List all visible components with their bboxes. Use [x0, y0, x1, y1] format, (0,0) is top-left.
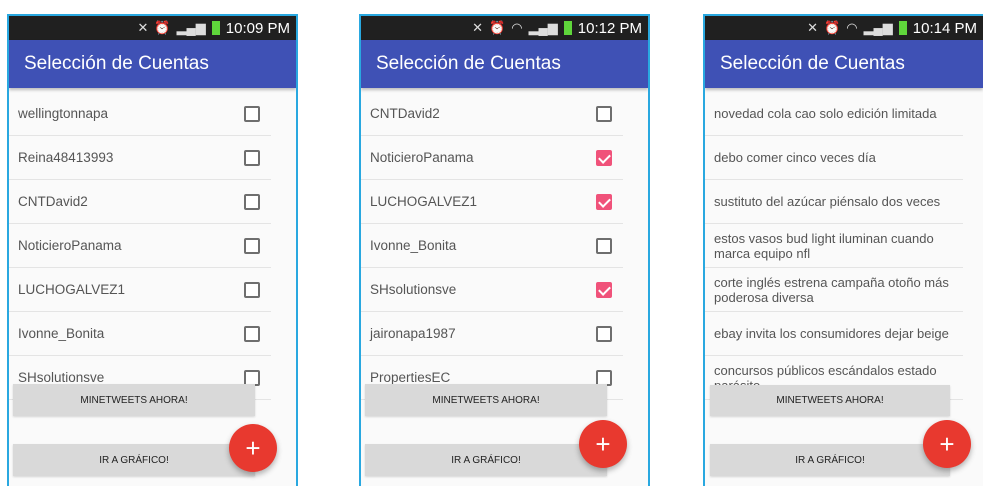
mute-icon: ✕	[472, 20, 484, 35]
phone-screen-3: ✕ ⏰ ◠ ▂▄▆ 10:14 PM Selección de Cuentas …	[703, 14, 983, 486]
ir-a-grafico-button[interactable]: IR A GRÁFICO!	[710, 444, 950, 476]
list-item[interactable]: sustituto del azúcar piénsalo dos veces	[705, 180, 963, 224]
account-name: NoticieroPanama	[18, 238, 122, 253]
minetweets-button[interactable]: MINETWEETS AHORA!	[710, 385, 950, 416]
list-item[interactable]: ebay invita los consumidores dejar beige	[705, 312, 963, 356]
account-name: CNTDavid2	[370, 106, 440, 121]
account-checkbox[interactable]	[596, 326, 612, 342]
wifi-icon: ◠	[846, 20, 858, 35]
app-title: Selección de Cuentas	[9, 40, 296, 88]
add-fab-button[interactable]: +	[229, 424, 277, 472]
ir-a-grafico-button[interactable]: IR A GRÁFICO!	[365, 444, 607, 476]
list-item[interactable]: LUCHOGALVEZ1	[9, 268, 271, 312]
account-checkbox[interactable]	[244, 282, 260, 298]
topic-text: sustituto del azúcar piénsalo dos veces	[714, 194, 941, 209]
battery-icon	[563, 21, 572, 35]
wifi-icon: ◠	[511, 20, 523, 35]
signal-icon: ▂▄▆	[863, 20, 893, 35]
list-item[interactable]: Ivonne_Bonita	[361, 224, 623, 268]
list-item[interactable]: corte inglés estrena campaña otoño más p…	[705, 268, 963, 312]
list-item[interactable]: LUCHOGALVEZ1	[361, 180, 623, 224]
status-bar: ✕ ⏰ ◠ ▂▄▆ 10:14 PM	[705, 16, 983, 40]
status-time: 10:14 PM	[912, 19, 977, 37]
phone-screen-2: ✕ ⏰ ◠ ▂▄▆ 10:12 PM Selección de Cuentas …	[359, 14, 650, 486]
list-item[interactable]: NoticieroPanama	[9, 224, 271, 268]
account-name: SHsolutionsve	[370, 282, 457, 297]
topic-text: corte inglés estrena campaña otoño más p…	[714, 274, 949, 305]
list-item[interactable]: jaironapa1987	[361, 312, 623, 356]
status-bar: ✕ ⏰ ▂▄▆ 10:09 PM	[9, 16, 296, 40]
topic-text: ebay invita los consumidores dejar beige	[714, 326, 949, 341]
battery-icon	[898, 21, 907, 35]
app-title: Selección de Cuentas	[705, 40, 983, 88]
signal-icon: ▂▄▆	[176, 20, 206, 35]
account-name: SHsolutionsve	[18, 370, 105, 385]
signal-icon: ▂▄▆	[528, 20, 558, 35]
account-name: wellingtonnapa	[18, 106, 109, 121]
list-item[interactable]: debo comer cinco veces día	[705, 136, 963, 180]
list-item[interactable]: Ivonne_Bonita	[9, 312, 271, 356]
list-item[interactable]: NoticieroPanama	[361, 136, 623, 180]
mute-icon: ✕	[807, 20, 819, 35]
account-checkbox[interactable]	[244, 106, 260, 122]
mute-icon: ✕	[137, 20, 149, 35]
app-title: Selección de Cuentas	[361, 40, 648, 88]
list-item[interactable]: Reina48413993	[9, 136, 271, 180]
topic-text: estos vasos bud light iluminan cuando ma…	[714, 230, 934, 261]
account-name: CNTDavid2	[18, 194, 88, 209]
account-name: PropertiesEC	[370, 370, 451, 385]
account-checkbox-checked[interactable]	[596, 150, 612, 166]
battery-icon	[211, 21, 220, 35]
account-checkbox[interactable]	[244, 150, 260, 166]
topic-text: debo comer cinco veces día	[714, 150, 876, 165]
account-name: jaironapa1987	[370, 326, 456, 341]
list-item[interactable]: novedad cola cao solo edición limitada	[705, 92, 963, 136]
minetweets-button[interactable]: MINETWEETS AHORA!	[13, 384, 255, 416]
account-name: Reina48413993	[18, 150, 114, 165]
account-checkbox-checked[interactable]	[596, 194, 612, 210]
list-item[interactable]: estos vasos bud light iluminan cuando ma…	[705, 224, 963, 268]
alarm-icon: ⏰	[489, 20, 506, 35]
add-fab-button[interactable]: +	[579, 420, 627, 468]
add-fab-button[interactable]: +	[923, 420, 971, 468]
status-time: 10:12 PM	[577, 19, 642, 37]
account-checkbox[interactable]	[244, 238, 260, 254]
account-name: LUCHOGALVEZ1	[370, 194, 478, 209]
account-name: Ivonne_Bonita	[18, 326, 105, 341]
alarm-icon: ⏰	[824, 20, 841, 35]
account-checkbox[interactable]	[244, 326, 260, 342]
phone-screen-1: ✕ ⏰ ▂▄▆ 10:09 PM Selección de Cuentas we…	[7, 14, 298, 486]
account-name: LUCHOGALVEZ1	[18, 282, 126, 297]
account-name: Ivonne_Bonita	[370, 238, 457, 253]
minetweets-button[interactable]: MINETWEETS AHORA!	[365, 384, 607, 416]
list-item[interactable]: wellingtonnapa	[9, 92, 271, 136]
status-time: 10:09 PM	[225, 19, 290, 37]
list-item[interactable]: CNTDavid2	[361, 92, 623, 136]
account-checkbox[interactable]	[596, 238, 612, 254]
account-checkbox[interactable]	[244, 194, 260, 210]
ir-a-grafico-button[interactable]: IR A GRÁFICO!	[13, 444, 255, 476]
account-checkbox[interactable]	[596, 106, 612, 122]
list-item[interactable]: CNTDavid2	[9, 180, 271, 224]
list-item[interactable]: SHsolutionsve	[361, 268, 623, 312]
alarm-icon: ⏰	[154, 20, 171, 35]
account-checkbox-checked[interactable]	[596, 282, 612, 298]
topic-text: novedad cola cao solo edición limitada	[714, 106, 937, 121]
account-name: NoticieroPanama	[370, 150, 474, 165]
status-bar: ✕ ⏰ ◠ ▂▄▆ 10:12 PM	[361, 16, 648, 40]
